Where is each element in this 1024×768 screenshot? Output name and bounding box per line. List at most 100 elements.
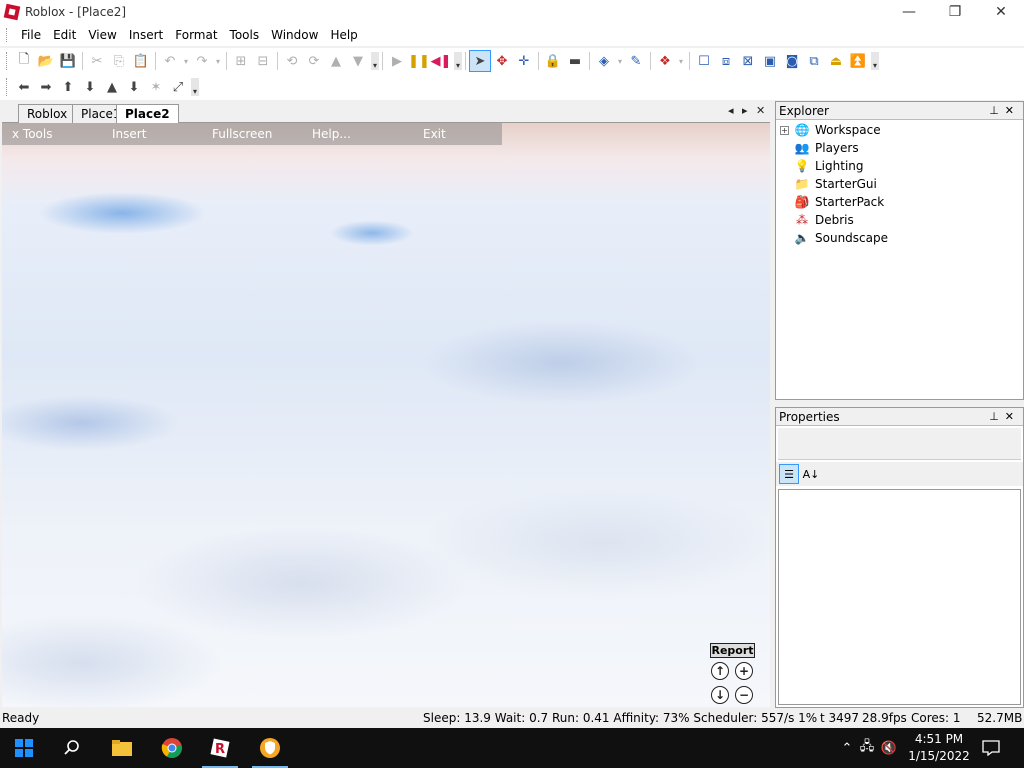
notification-button[interactable]	[982, 728, 1000, 768]
toolbar-overflow-icon[interactable]: ▾	[191, 78, 199, 96]
studs-surface-icon[interactable]: ▣	[759, 50, 781, 72]
panel-close-icon[interactable]: ✕	[1005, 410, 1020, 423]
menubar-grip[interactable]	[6, 28, 9, 42]
motor-icon[interactable]: ⏫	[847, 50, 869, 72]
play-icon[interactable]: ▶	[386, 50, 408, 72]
game-menu-fullscreen[interactable]: Fullscreen	[212, 127, 272, 141]
pause-icon[interactable]: ❚❚	[408, 50, 430, 72]
new-file-icon[interactable]: 🗋	[13, 50, 35, 72]
toolbar-grip[interactable]	[6, 52, 9, 70]
roblox-studio-button[interactable]: R	[196, 728, 244, 768]
network-icon[interactable]: 🖧	[856, 737, 878, 759]
select-cursor-icon[interactable]: ➤	[469, 50, 491, 72]
toolbar-overflow-icon[interactable]: ▾	[371, 52, 379, 70]
redo-dropdown-icon[interactable]: ▾	[213, 50, 223, 72]
copy-icon[interactable]: ⎘	[108, 50, 130, 72]
game-menu-tools[interactable]: x Tools	[12, 127, 52, 141]
zoom-in-icon[interactable]: +	[735, 662, 753, 680]
fullscreen-icon[interactable]: ⤢	[167, 76, 189, 98]
drag-move-icon[interactable]: ✥	[491, 50, 513, 72]
tab-prev-icon[interactable]: ◂	[728, 104, 734, 117]
close-button[interactable]: ✕	[978, 0, 1024, 24]
pin-icon[interactable]: ⊥	[989, 410, 1005, 423]
save-icon[interactable]: 💾	[57, 50, 79, 72]
group-icon[interactable]: ⊞	[230, 50, 252, 72]
menu-file[interactable]: File	[15, 24, 47, 46]
tree-item-players[interactable]: 👥 Players	[780, 139, 859, 157]
redo-icon[interactable]: ↷	[191, 50, 213, 72]
tree-item-debris[interactable]: ⁂ Debris	[780, 211, 854, 229]
lock-icon[interactable]: 🔒	[542, 50, 564, 72]
toolbar-overflow-icon[interactable]: ▾	[454, 52, 462, 70]
surface-icon[interactable]: ❖	[654, 50, 676, 72]
tree-item-soundscape[interactable]: 🔈 Soundscape	[780, 229, 888, 247]
pin-icon[interactable]: ⊥	[989, 104, 1005, 117]
search-button[interactable]	[48, 728, 96, 768]
game-menu-insert[interactable]: Insert	[112, 127, 146, 141]
camera-right-icon[interactable]: ➡	[35, 76, 57, 98]
start-button[interactable]	[0, 728, 48, 768]
hinge-icon[interactable]: ⏏	[825, 50, 847, 72]
universal-surface-icon[interactable]: ⧉	[803, 50, 825, 72]
camera-down-icon[interactable]: ↓	[711, 686, 729, 704]
game-menu-exit[interactable]: Exit	[423, 127, 446, 141]
zoom-extents-icon[interactable]: ✶	[145, 76, 167, 98]
categorized-sort-icon[interactable]: ☰	[779, 464, 799, 484]
smooth-surface-icon[interactable]: ☐	[693, 50, 715, 72]
anchor-icon[interactable]: ▬	[564, 50, 586, 72]
chevron-up-icon[interactable]: ⌃	[838, 741, 856, 756]
rotate-icon[interactable]: ⟲	[281, 50, 303, 72]
tree-item-starterpack[interactable]: 🎒 StarterPack	[780, 193, 885, 211]
minimize-button[interactable]: —	[886, 0, 932, 24]
camera-tilt-up-icon[interactable]: ▲	[101, 76, 123, 98]
panel-close-icon[interactable]: ✕	[1005, 104, 1020, 117]
reset-icon[interactable]: ◀❚	[430, 50, 452, 72]
inlet-surface-icon[interactable]: ◙	[781, 50, 803, 72]
tab-close-icon[interactable]: ✕	[756, 104, 765, 117]
chrome-button[interactable]	[148, 728, 196, 768]
camera-down-icon[interactable]: ⬇	[79, 76, 101, 98]
tree-item-workspace[interactable]: + 🌐 Workspace	[780, 121, 881, 139]
ungroup-icon[interactable]: ⊟	[252, 50, 274, 72]
camera-tilt-down-icon[interactable]: ⬇	[123, 76, 145, 98]
expand-icon[interactable]: +	[780, 125, 789, 135]
tab-place2[interactable]: Place2	[116, 104, 179, 124]
menu-format[interactable]: Format	[169, 24, 223, 46]
toolbar-grip[interactable]	[6, 78, 9, 96]
camera-left-icon[interactable]: ⬅	[13, 76, 35, 98]
file-explorer-button[interactable]	[98, 728, 146, 768]
weld-surface-icon[interactable]: ⊠	[737, 50, 759, 72]
open-folder-icon[interactable]: 📂	[35, 50, 57, 72]
paint-bucket-icon[interactable]: ◈	[593, 50, 615, 72]
menu-insert[interactable]: Insert	[123, 24, 169, 46]
tab-next-icon[interactable]: ▸	[742, 104, 748, 117]
menu-edit[interactable]: Edit	[47, 24, 82, 46]
taskbar-clock[interactable]: 4:51 PM 1/15/2022	[904, 731, 974, 765]
undo-dropdown-icon[interactable]: ▾	[181, 50, 191, 72]
paint-dropdown-icon[interactable]: ▾	[615, 50, 625, 72]
zoom-out-icon[interactable]: −	[735, 686, 753, 704]
properties-grid[interactable]	[778, 489, 1021, 705]
undo-icon[interactable]: ↶	[159, 50, 181, 72]
tilt-icon[interactable]: ⟳	[303, 50, 325, 72]
paste-icon[interactable]: 📋	[130, 50, 152, 72]
move-up-icon[interactable]: ▲	[325, 50, 347, 72]
menu-view[interactable]: View	[82, 24, 122, 46]
cut-icon[interactable]: ✂	[86, 50, 108, 72]
menu-help[interactable]: Help	[324, 24, 363, 46]
tree-item-lighting[interactable]: 💡 Lighting	[780, 157, 864, 175]
tree-item-startergui[interactable]: 📁 StarterGui	[780, 175, 877, 193]
tab-roblox[interactable]: Roblox	[18, 104, 77, 123]
report-button[interactable]: Report	[710, 643, 755, 658]
vpn-app-button[interactable]	[246, 728, 294, 768]
move-down-icon[interactable]: ▼	[347, 50, 369, 72]
menu-window[interactable]: Window	[265, 24, 324, 46]
surface-dropdown-icon[interactable]: ▾	[676, 50, 686, 72]
glue-surface-icon[interactable]: ⧈	[715, 50, 737, 72]
game-menu-help[interactable]: Help...	[312, 127, 351, 141]
alphabetical-sort-icon[interactable]: A↓	[801, 464, 821, 484]
axis-move-icon[interactable]: ✛	[513, 50, 535, 72]
maximize-button[interactable]: ❐	[932, 0, 978, 24]
camera-up-icon[interactable]: ⬆	[57, 76, 79, 98]
toolbar-overflow-icon[interactable]: ▾	[871, 52, 879, 70]
